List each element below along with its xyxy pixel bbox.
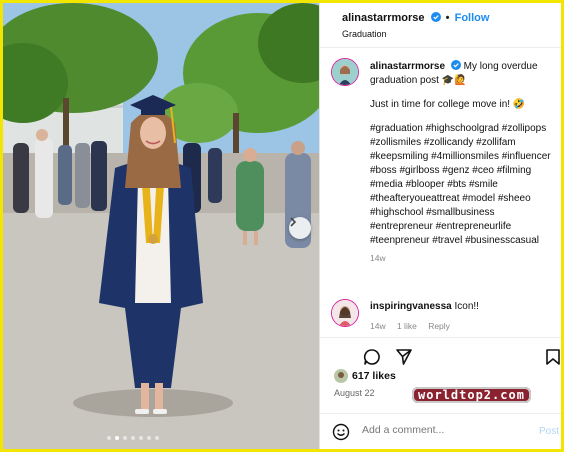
comment-text: Icon!!	[454, 301, 479, 312]
watermark-logo: worldtop2.com	[412, 387, 531, 403]
comment-timestamp: 14w	[370, 321, 386, 331]
liker-avatar	[334, 369, 348, 383]
verified-badge-icon	[450, 60, 461, 70]
post-date: August 22	[334, 388, 375, 398]
graduation-photo-illustration	[3, 3, 319, 449]
caption-line2: Just in time for college move in! 🤣	[370, 99, 526, 110]
header-user-line: alinastarrmorse • Follow	[342, 12, 489, 24]
post-dialog: alinastarrmorse • Follow Graduation alin	[3, 3, 561, 449]
add-comment-input[interactable]	[362, 424, 522, 436]
caption-username[interactable]: alinastarrmorse	[370, 61, 445, 72]
emoji-icon[interactable]	[332, 423, 350, 441]
bookmark-icon[interactable]	[544, 348, 561, 366]
post-details-panel: alinastarrmorse • Follow Graduation alin	[319, 3, 561, 449]
add-comment-bar: Post	[320, 413, 561, 449]
post-photo[interactable]	[3, 3, 319, 449]
comment-likes[interactable]: 1 like	[397, 321, 417, 331]
author-avatar[interactable]	[331, 58, 359, 86]
likes-count[interactable]: 617 likes	[352, 370, 396, 382]
comment-username[interactable]: inspiringvanessa	[370, 301, 452, 312]
carousel-dot	[107, 436, 111, 440]
comment-meta: 14w 1 like Reply	[370, 321, 479, 331]
comment-icon[interactable]	[363, 348, 381, 366]
header-username[interactable]: alinastarrmorse	[342, 12, 425, 24]
carousel-dot	[131, 436, 135, 440]
caption-hashtags[interactable]: #graduation #highschoolgrad #zollipops #…	[370, 122, 554, 248]
post-caption: alinastarrmorse My long overdue graduati…	[370, 60, 554, 265]
comment-item: inspiringvanessa Icon!! 14w 1 like Reply	[370, 301, 479, 331]
likes-summary[interactable]: 617 likes	[334, 369, 396, 383]
carousel-dot	[139, 436, 143, 440]
location-label[interactable]: Graduation	[342, 29, 387, 39]
verified-badge-icon	[430, 12, 441, 22]
commenter-avatar[interactable]	[331, 299, 359, 327]
carousel-next-button[interactable]	[289, 217, 311, 239]
chevron-right-icon	[290, 217, 297, 227]
carousel-dot	[155, 436, 159, 440]
post-header: alinastarrmorse • Follow Graduation	[320, 3, 561, 48]
carousel-dot	[123, 436, 127, 440]
header-separator: •	[445, 12, 450, 24]
carousel-dot	[147, 436, 151, 440]
send-icon[interactable]	[395, 348, 413, 366]
post-comment-button[interactable]: Post	[539, 426, 559, 437]
carousel-dot	[115, 436, 119, 440]
caption-timestamp: 14w	[370, 253, 386, 263]
comment-reply-button[interactable]: Reply	[428, 321, 450, 331]
carousel-dots	[107, 436, 159, 440]
follow-button[interactable]: Follow	[455, 12, 490, 24]
